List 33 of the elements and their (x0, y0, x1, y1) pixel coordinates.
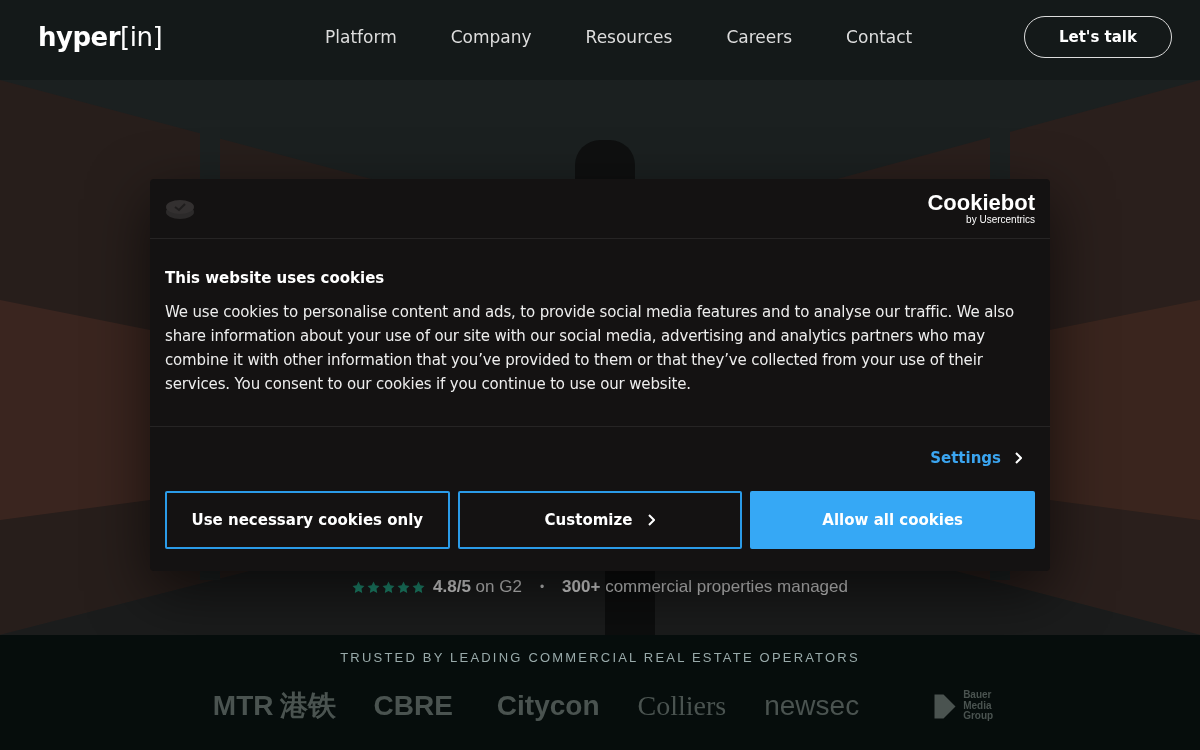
brand-logo-text: Cookiebot (927, 192, 1035, 214)
company-logo-text: Citycon (496, 690, 600, 722)
customize-button[interactable]: Customize (457, 491, 743, 549)
section-heading: TRUSTED BY LEADING COMMERCIAL REAL ESTATE OPERATORS (340, 650, 860, 665)
logo[interactable]: hyper[in] (38, 22, 163, 52)
necessary-cookies-button[interactable]: Use necessary cookies only (165, 491, 450, 549)
star-icon (382, 580, 396, 594)
company-logo-text: 港铁 (279, 689, 336, 723)
nav-link[interactable]: Platform (325, 27, 397, 47)
brand-tagline: by Usercentrics (966, 214, 1035, 225)
separator-dot: • (539, 580, 545, 594)
company-logo-text: Colliers (637, 690, 727, 722)
company-logo-text: Bauer Media Group (963, 690, 994, 722)
company-logo-text: newsec (764, 690, 860, 722)
company-logo-text: MTR (212, 690, 274, 722)
star-icon (352, 580, 366, 594)
star-icon (412, 580, 426, 594)
dialog-title: This website uses cookies (165, 269, 386, 287)
chevron-icon (1015, 452, 1022, 464)
rating-text: 4.8/5 on G2 (433, 577, 522, 597)
settings-link[interactable]: Settings (930, 449, 1022, 467)
play-shape-icon (933, 692, 958, 720)
dialog-text: We use cookies to personalise content and ads, to provide social media features and to analyse our traffic. We also share information about your use of our site with our social media, advertising and analytics partners who may combine it with other information that you’ve provided to them or that they’ve collected from your use of their services. You consent to our cookies if you continue to use our website. (165, 302, 1016, 395)
star-icon (367, 580, 381, 594)
nav-link[interactable]: Contact (846, 27, 913, 47)
nav-link[interactable]: Resources (585, 27, 673, 47)
nav-link[interactable]: Careers (726, 27, 793, 47)
star-icon (397, 580, 411, 594)
company-logo-text: CBRE (373, 690, 453, 722)
cookie-stack-icon (165, 197, 195, 220)
properties-text: 300+ commercial properties managed (562, 577, 848, 597)
nav-link[interactable]: Company (450, 27, 532, 47)
chevron-icon (648, 514, 656, 526)
